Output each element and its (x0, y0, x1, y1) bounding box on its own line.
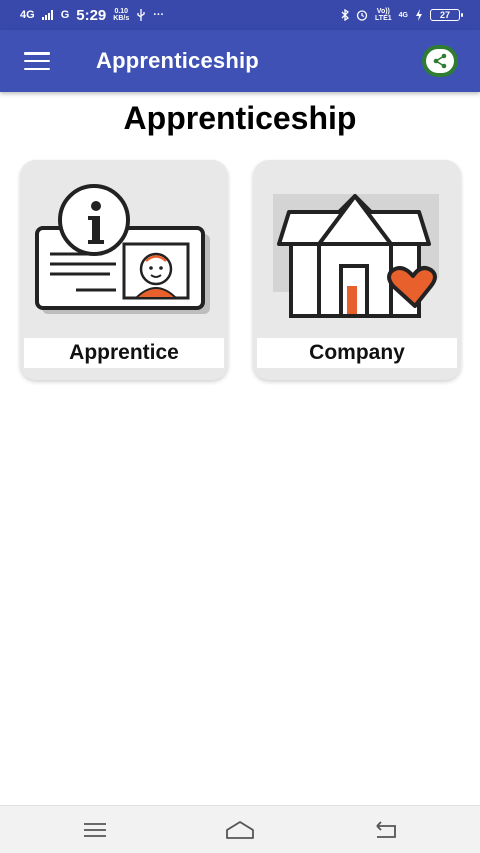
usb-icon (137, 9, 145, 21)
status-left: 4G G 5:29 0.10 KB/s ··· (20, 7, 164, 24)
apprentice-card[interactable]: Apprentice (20, 160, 228, 380)
app-bar: Apprenticeship (0, 30, 480, 92)
bluetooth-icon (341, 9, 350, 21)
status-right: Vo)) LTE1 4G 27 (341, 8, 463, 22)
company-card-label: Company (257, 338, 457, 368)
id-card-icon (35, 184, 210, 314)
volte-top: Vo)) (376, 8, 390, 15)
share-button[interactable] (422, 45, 458, 77)
network-4g-indicator-2: 4G (398, 11, 408, 19)
status-time: 5:29 (76, 6, 107, 24)
system-nav-bar (0, 805, 480, 853)
hamburger-menu-icon[interactable] (22, 49, 52, 73)
home-icon[interactable] (225, 818, 255, 842)
recent-apps-icon[interactable] (80, 818, 110, 842)
network-4g-indicator: 4G (20, 9, 35, 21)
battery-icon: 27 (430, 9, 463, 21)
page-heading: Apprenticeship (123, 100, 357, 136)
data-speed: 0.10 KB/s (113, 8, 129, 22)
app-bar-title: Apprenticeship (96, 48, 259, 73)
charging-icon (416, 9, 422, 21)
back-icon[interactable] (371, 818, 401, 842)
data-speed-value: 0.10 (114, 8, 129, 15)
share-icon (433, 53, 447, 69)
signal-icon (41, 10, 53, 20)
volte-bottom: LTE1 (375, 15, 392, 22)
overflow-indicator: ··· (153, 9, 165, 21)
alarm-icon (356, 10, 368, 21)
company-card[interactable]: Company (253, 160, 461, 380)
house-heart-icon (273, 194, 439, 318)
apprentice-card-label: Apprentice (24, 338, 224, 368)
volte-indicator: Vo)) LTE1 (375, 8, 392, 22)
data-speed-unit: KB/s (113, 15, 130, 22)
status-bar: 4G G 5:29 0.10 KB/s ··· Vo)) LTE1 4G 27 (0, 0, 480, 30)
network-g-indicator: G (60, 9, 70, 21)
